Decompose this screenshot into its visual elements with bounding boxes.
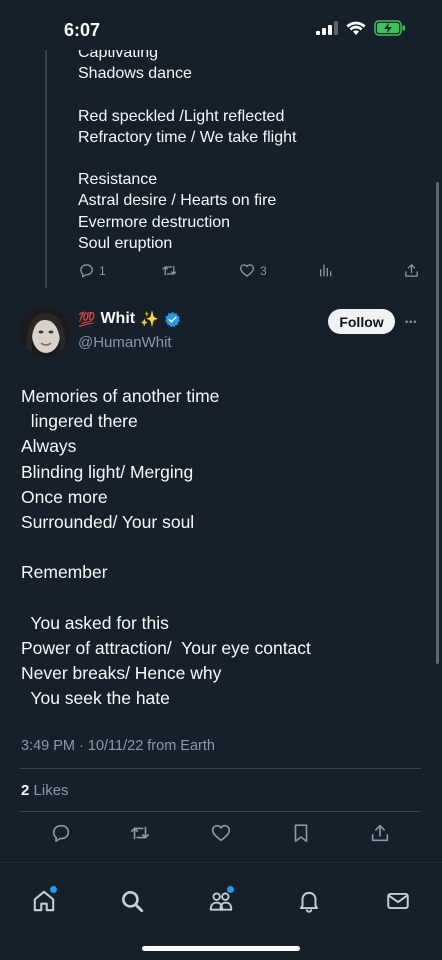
verified-badge-icon [165, 311, 180, 327]
reply-icon [80, 264, 93, 278]
reply-button[interactable] [50, 822, 72, 849]
previous-tweet-actions: 1 3 [78, 262, 422, 282]
retweet-icon [130, 826, 150, 840]
author-row: 💯 Whit ✨ @HumanWhit Follow ••• [0, 300, 442, 364]
reply-button[interactable]: 1 [78, 262, 106, 279]
divider [20, 768, 421, 769]
like-icon [239, 264, 255, 277]
author-name[interactable]: 💯 Whit ✨ [78, 310, 181, 328]
retweet-icon [162, 265, 177, 276]
tweet-text: Memories of another time lingered there … [21, 386, 311, 709]
search-icon [122, 891, 144, 913]
more-options-button[interactable]: ••• [405, 312, 417, 330]
previous-tweet-text: Captivating Shadows dance Red speckled /… [78, 44, 297, 252]
retweet-button[interactable] [128, 822, 152, 849]
status-icons [316, 20, 406, 36]
tab-home[interactable] [30, 886, 58, 915]
like-button[interactable] [210, 822, 232, 849]
likes-summary[interactable]: 2 Likes [21, 782, 69, 799]
home-indicator[interactable] [142, 946, 300, 951]
divider [20, 811, 421, 812]
name-emoji-prefix: 💯 [78, 310, 96, 327]
tab-notifications[interactable] [295, 887, 323, 915]
tab-search[interactable] [118, 887, 146, 915]
views-icon [320, 264, 332, 277]
bookmark-icon [294, 824, 308, 843]
notifications-icon [299, 891, 319, 913]
author-handle[interactable]: @HumanWhit [78, 334, 172, 351]
views-button[interactable] [318, 262, 334, 279]
share-button[interactable] [369, 822, 391, 849]
tweet-actions [0, 822, 442, 846]
status-bar: 6:07 [0, 0, 442, 50]
battery-charging-icon [374, 20, 405, 36]
tab-messages[interactable] [384, 887, 412, 915]
reply-count: 1 [99, 263, 106, 278]
share-button[interactable] [403, 262, 420, 279]
share-icon [371, 824, 389, 842]
communities-notification-dot [227, 886, 234, 893]
like-icon [211, 824, 231, 842]
status-time: 6:07 [64, 20, 101, 40]
follow-button[interactable]: Follow [328, 309, 395, 334]
cellular-signal-icon [316, 21, 338, 35]
retweet-button[interactable] [160, 262, 179, 279]
share-icon [405, 264, 418, 277]
messages-icon [387, 892, 409, 910]
tweet-timestamp[interactable]: 3:49 PM · 10/11/22 from Earth [21, 738, 215, 754]
display-name: Whit [100, 310, 136, 327]
thread-connector-line [45, 50, 47, 288]
avatar[interactable] [20, 306, 70, 356]
like-count: 3 [260, 263, 267, 278]
wifi-icon [346, 21, 366, 35]
bookmark-button[interactable] [290, 822, 312, 849]
likes-count: 2 [21, 782, 30, 799]
like-button[interactable]: 3 [238, 262, 267, 279]
reply-icon [52, 824, 70, 843]
likes-label: Likes [33, 782, 69, 799]
scrollbar[interactable] [436, 182, 439, 664]
name-emoji-suffix: ✨ [140, 311, 159, 328]
tab-communities[interactable] [207, 886, 235, 915]
more-icon: ••• [405, 317, 418, 327]
home-notification-dot [50, 886, 57, 893]
